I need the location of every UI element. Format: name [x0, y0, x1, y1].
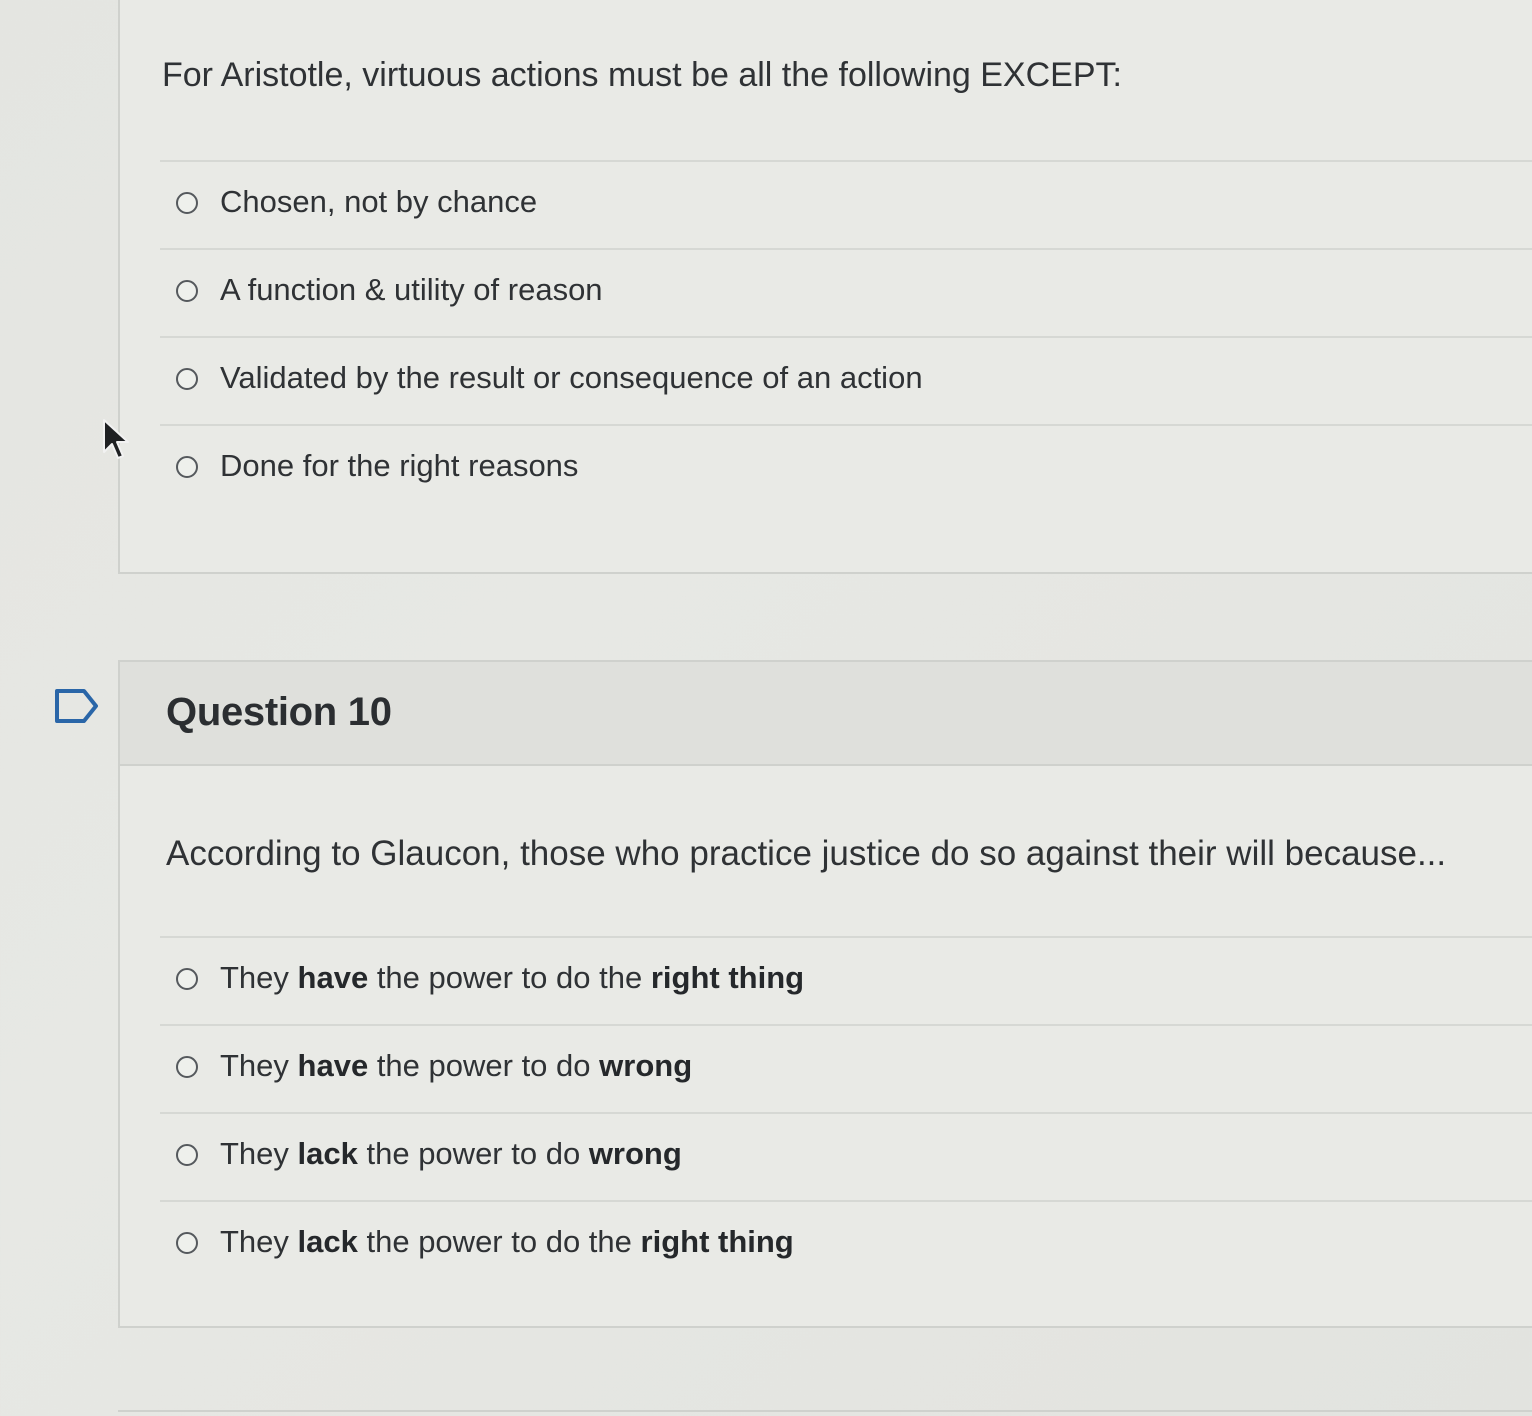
answer-text: the power to do the [357, 1224, 641, 1259]
answer-option[interactable]: They have the power to do the right thin… [160, 936, 1532, 1024]
question-title: Question 10 [166, 690, 392, 734]
radio-button[interactable] [176, 368, 198, 390]
answer-text: the power to do the [368, 960, 651, 995]
flag-question-icon[interactable] [54, 688, 100, 724]
radio-button[interactable] [176, 1056, 198, 1078]
answer-option[interactable]: They lack the power to do the right thin… [160, 1200, 1532, 1288]
question-9-text: For Aristotle, virtuous actions must be … [162, 56, 1122, 94]
divider [118, 1410, 1532, 1412]
answer-text: They [220, 1136, 298, 1171]
question-9-card: For Aristotle, virtuous actions must be … [118, 0, 1532, 574]
answer-text: They [220, 960, 298, 995]
answer-emphasis: wrong [599, 1048, 693, 1083]
answer-text: They [220, 1048, 298, 1083]
question-10-answers: They have the power to do the right thin… [160, 936, 1532, 1288]
question-10-card: Question 10 According to Glaucon, those … [118, 660, 1532, 1328]
answer-option[interactable]: Chosen, not by chance [160, 160, 1532, 248]
radio-button[interactable] [176, 1232, 198, 1254]
answer-option[interactable]: Done for the right reasons [160, 424, 1532, 512]
question-10-header: Question 10 [120, 662, 1532, 766]
answer-label[interactable]: They have the power to do wrong [220, 1048, 692, 1084]
answer-text: They [220, 1224, 298, 1259]
answer-label[interactable]: They have the power to do the right thin… [220, 960, 804, 996]
answer-label[interactable]: Chosen, not by chance [220, 184, 537, 220]
radio-button[interactable] [176, 192, 198, 214]
question-10-text: According to Glaucon, those who practice… [166, 834, 1447, 873]
quiz-page: For Aristotle, virtuous actions must be … [0, 0, 1532, 1416]
answer-label[interactable]: They lack the power to do the right thin… [220, 1224, 794, 1260]
question-9-answers: Chosen, not by chance A function & utili… [160, 160, 1532, 512]
radio-button[interactable] [176, 1144, 198, 1166]
answer-emphasis: right thing [640, 1224, 794, 1259]
mouse-pointer-icon [103, 419, 129, 459]
answer-option[interactable]: A function & utility of reason [160, 248, 1532, 336]
answer-option[interactable]: They have the power to do wrong [160, 1024, 1532, 1112]
answer-emphasis: lack [297, 1136, 358, 1171]
answer-emphasis: wrong [588, 1136, 682, 1171]
answer-label[interactable]: Validated by the result or consequence o… [220, 360, 923, 396]
answer-emphasis: have [297, 1048, 369, 1083]
radio-button[interactable] [176, 280, 198, 302]
answer-label[interactable]: They lack the power to do wrong [220, 1136, 682, 1172]
answer-text: the power to do [368, 1048, 600, 1083]
radio-button[interactable] [176, 968, 198, 990]
answer-option[interactable]: They lack the power to do wrong [160, 1112, 1532, 1200]
answer-option[interactable]: Validated by the result or consequence o… [160, 336, 1532, 424]
answer-label[interactable]: Done for the right reasons [220, 448, 578, 484]
answer-emphasis: lack [297, 1224, 358, 1259]
radio-button[interactable] [176, 456, 198, 478]
answer-label[interactable]: A function & utility of reason [220, 272, 603, 308]
answer-emphasis: right thing [650, 960, 805, 995]
answer-text: the power to do [357, 1136, 589, 1171]
answer-emphasis: have [297, 960, 369, 995]
